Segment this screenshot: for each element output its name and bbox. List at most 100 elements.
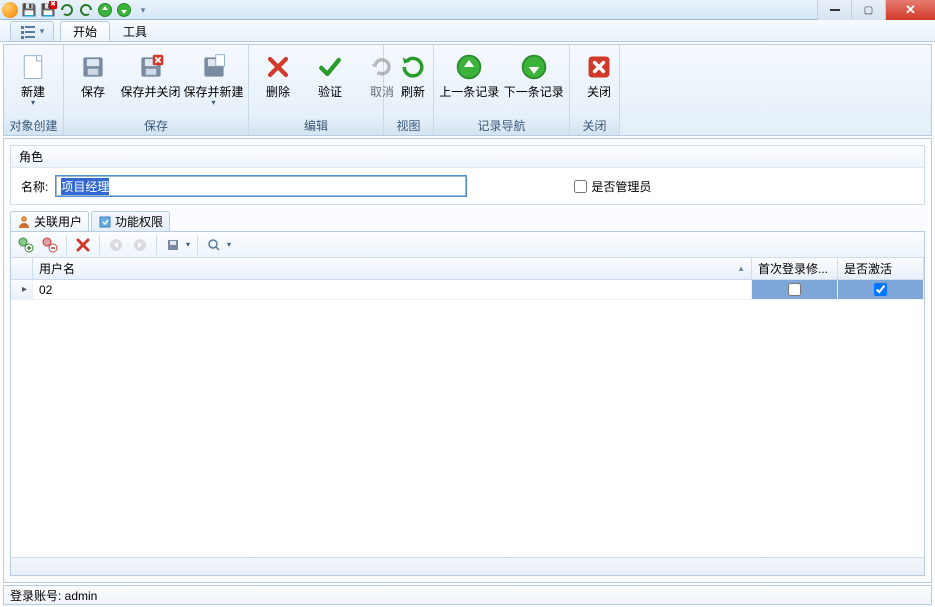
table-row[interactable]: 02: [11, 280, 924, 300]
validate-button[interactable]: 验证: [305, 49, 355, 101]
x-icon: [76, 238, 90, 252]
qat-down-button[interactable]: [116, 2, 132, 18]
window-close-button[interactable]: ✕: [885, 0, 935, 20]
maximize-button[interactable]: ▢: [851, 0, 885, 20]
delete-icon: [264, 53, 292, 81]
cancel-label: 取消: [370, 85, 394, 99]
quick-access-toolbar: ▾: [2, 2, 151, 18]
minimize-button[interactable]: [817, 0, 851, 20]
new-label: 新建: [21, 85, 45, 99]
group-caption-edit: 编辑: [249, 118, 383, 135]
group-title: 角色: [11, 146, 924, 168]
grid-header-rowselector[interactable]: [11, 258, 33, 279]
qat-up-button[interactable]: [97, 2, 113, 18]
close-button[interactable]: 关闭: [574, 49, 624, 101]
save-icon: [21, 2, 37, 18]
cell-active[interactable]: [838, 280, 924, 299]
check-icon: [316, 53, 344, 81]
grid-export-button[interactable]: [162, 234, 192, 256]
cell-username[interactable]: 02: [33, 280, 752, 299]
delete-button[interactable]: 删除: [253, 49, 303, 101]
subtab-perms[interactable]: 功能权限: [91, 211, 170, 231]
save-new-icon: [200, 53, 228, 81]
subtab-users[interactable]: 关联用户: [10, 211, 89, 231]
user-icon: [17, 215, 31, 229]
subtab-users-label: 关联用户: [34, 213, 82, 230]
grid-delete-button[interactable]: [72, 234, 94, 256]
content-area: 角色 名称: 是否管理员 关联用户 功能权限: [3, 138, 932, 583]
chevron-down-icon: ▾: [211, 99, 215, 107]
group-caption-create: 对象创建: [4, 118, 63, 135]
grid-prev-button[interactable]: [105, 234, 127, 256]
group-caption-view: 视图: [384, 118, 433, 135]
grid-header: 用户名 首次登录修... 是否激活: [11, 258, 924, 280]
export-icon: [166, 238, 180, 252]
chevron-down-icon: ▾: [31, 99, 35, 107]
grid-add-button[interactable]: [15, 234, 37, 256]
arrow-down-icon: [520, 53, 548, 81]
col-first-login[interactable]: 首次登录修...: [752, 258, 838, 279]
close-label: 关闭: [587, 85, 611, 99]
new-button[interactable]: 新建 ▾: [8, 49, 58, 109]
delete-label: 删除: [266, 85, 290, 99]
next-icon: [133, 238, 147, 252]
qat-save-button[interactable]: [21, 2, 37, 18]
arrow-up-icon: [455, 53, 483, 81]
prev-record-button[interactable]: 上一条记录: [438, 49, 501, 101]
grid-toolbar: [11, 232, 924, 258]
save-new-button[interactable]: 保存并新建 ▾: [183, 49, 244, 109]
save-icon: [79, 53, 107, 81]
next-record-button[interactable]: 下一条记录: [503, 49, 566, 101]
save-close-button[interactable]: 保存并关闭: [120, 49, 181, 101]
is-admin-label: 是否管理员: [591, 178, 651, 195]
active-checkbox[interactable]: [874, 283, 887, 296]
name-input[interactable]: [56, 176, 466, 196]
qat-undo-button[interactable]: [59, 2, 75, 18]
ribbon: 新建 ▾ 对象创建 保存 保存并关闭 保存并新建 ▾ 保存: [3, 44, 932, 136]
search-icon: [207, 238, 221, 252]
status-bar: 登录账号: admin: [3, 585, 932, 605]
ribbon-tabs: ▾ 开始 工具: [0, 20, 935, 42]
save-label: 保存: [81, 85, 105, 99]
permission-icon: [98, 215, 112, 229]
grid-next-button[interactable]: [129, 234, 151, 256]
qat-redo-button[interactable]: [78, 2, 94, 18]
grid-search-button[interactable]: [203, 234, 233, 256]
qat-save-close-button[interactable]: [40, 2, 56, 18]
save-new-label: 保存并新建: [184, 85, 244, 99]
chevron-down-icon: ▾: [40, 26, 45, 37]
add-icon: [18, 237, 34, 253]
subtab-perms-label: 功能权限: [115, 213, 163, 230]
arrow-up-icon: [97, 2, 113, 18]
qat-customize-button[interactable]: ▾: [135, 2, 151, 18]
prev-label: 上一条记录: [439, 85, 499, 99]
subtabs: 关联用户 功能权限: [10, 211, 925, 231]
save-button[interactable]: 保存: [68, 49, 118, 101]
redo-icon: [78, 2, 94, 18]
row-indicator[interactable]: [11, 280, 33, 299]
tab-tools[interactable]: 工具: [110, 21, 160, 41]
prev-icon: [109, 238, 123, 252]
cell-first-login[interactable]: [752, 280, 838, 299]
new-icon: [19, 53, 47, 81]
status-login: 登录账号: admin: [10, 587, 97, 604]
grid[interactable]: 用户名 首次登录修... 是否激活 02: [11, 258, 924, 557]
app-icon: [2, 2, 18, 18]
col-username[interactable]: 用户名: [33, 258, 752, 279]
tab-start[interactable]: 开始: [60, 21, 110, 41]
role-group: 角色 名称: 是否管理员: [10, 145, 925, 205]
grid-scrollbar[interactable]: [11, 557, 924, 575]
grid-remove-button[interactable]: [39, 234, 61, 256]
is-admin-checkbox[interactable]: [574, 180, 587, 193]
cancel-button[interactable]: 取消: [357, 49, 407, 101]
arrow-down-icon: [116, 2, 132, 18]
window-buttons: ▢ ✕: [817, 0, 935, 20]
remove-icon: [42, 237, 58, 253]
save-close-icon: [137, 53, 165, 81]
first-login-checkbox[interactable]: [788, 283, 801, 296]
list-icon: [20, 25, 38, 39]
col-active[interactable]: 是否激活: [838, 258, 924, 279]
file-menu-button[interactable]: ▾: [10, 21, 54, 41]
save-close-icon: [40, 2, 56, 18]
chevron-down-icon: ▾: [135, 2, 151, 18]
